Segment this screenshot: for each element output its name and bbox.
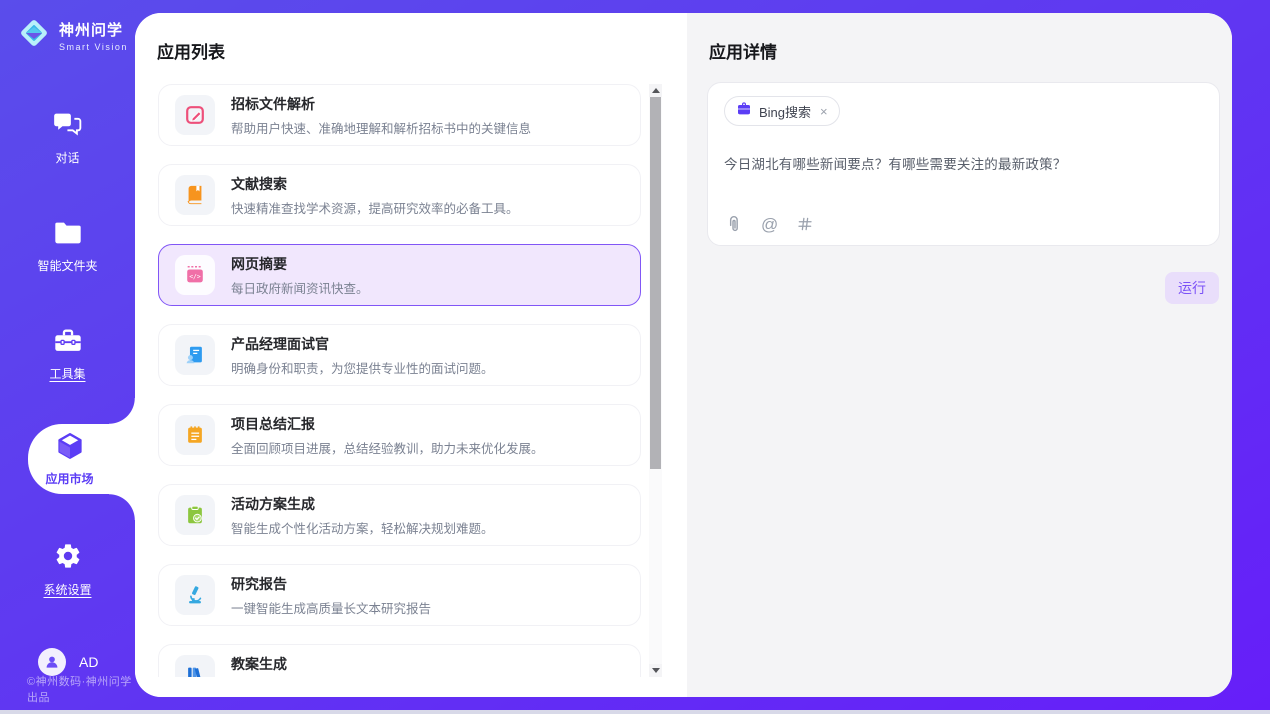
app-name: 文献搜索	[231, 174, 519, 194]
compose-icon	[175, 95, 215, 135]
diamond-logo-icon	[16, 15, 52, 56]
scrollbar-thumb[interactable]	[650, 97, 661, 469]
sidebar-item-chat[interactable]: 对话	[0, 110, 135, 166]
app-list-title: 应用列表	[157, 38, 687, 63]
app-desc: 智能生成个性化活动方案，轻松解决规划难题。	[231, 518, 494, 537]
app-list: 招标文件解析 帮助用户快速、准确地理解和解析招标书中的关键信息 文献搜索 快速精…	[158, 84, 641, 677]
sidebar-item-app-market[interactable]: 应用市场	[28, 424, 135, 494]
app-name: 网页摘要	[231, 254, 369, 274]
svg-text:</>: </>	[189, 272, 201, 280]
toolbox-icon	[53, 327, 83, 359]
folder-icon	[53, 220, 83, 251]
list-item-literature-search[interactable]: 文献搜索 快速精准查找学术资源，提高研究效率的必备工具。	[158, 164, 641, 226]
sidebar-item-label: 系统设置	[43, 581, 91, 598]
list-item-event-plan[interactable]: 活动方案生成 智能生成个性化活动方案，轻松解决规划难题。	[158, 484, 641, 546]
app-desc: 一键智能生成高质量长文本研究报告	[231, 598, 431, 617]
sidebar-item-settings[interactable]: 系统设置	[0, 542, 135, 598]
scroll-down-arrow-icon[interactable]	[649, 664, 662, 677]
sidebar-item-label: 工具集	[49, 365, 85, 382]
app-desc: 快速精准查找学术资源，提高研究效率的必备工具。	[231, 198, 519, 217]
chat-icon	[53, 110, 83, 143]
clipboard-check-icon	[175, 495, 215, 535]
scroll-up-arrow-icon[interactable]	[649, 84, 662, 97]
notepad-icon	[175, 415, 215, 455]
app-name: 活动方案生成	[231, 494, 494, 514]
app-name: 产品经理面试官	[231, 334, 494, 354]
app-detail-title: 应用详情	[709, 38, 1232, 63]
attachment-icon[interactable]	[725, 214, 743, 234]
sidebar-item-smart-folder[interactable]: 智能文件夹	[0, 220, 135, 274]
app-desc: 帮助用户快速、准确地理解和解析招标书中的关键信息	[231, 118, 531, 137]
briefcase-icon	[736, 101, 752, 122]
app-desc: 全面回顾项目进展，总结经验教训，助力未来优化发展。	[231, 438, 544, 457]
query-text[interactable]: 今日湖北有哪些新闻要点？有哪些需要关注的最新政策？	[724, 153, 1203, 173]
app-desc: 每日政府新闻资讯快查。	[231, 278, 369, 297]
app-name: 教案生成	[231, 654, 481, 674]
list-item-pm-interviewer[interactable]: 产品经理面试官 明确身份和职责，为您提供专业性的面试问题。	[158, 324, 641, 386]
tool-tag-bing-search[interactable]: Bing搜索 ×	[724, 96, 840, 126]
scrollbar[interactable]	[649, 84, 662, 677]
sidebar: 神州问学 Smart Vision 对话 智能文件夹	[0, 0, 135, 714]
mention-icon[interactable]: @	[761, 216, 778, 233]
tool-tag-label: Bing搜索	[759, 102, 811, 121]
webpage-code-icon: </>	[175, 255, 215, 295]
app-detail-panel: 应用详情 Bing搜索 × 今日湖北有哪些新闻要点？有哪些需要关注的最新政策？	[687, 13, 1232, 697]
cube-icon	[55, 431, 85, 466]
brand-logo: 神州问学 Smart Vision	[16, 15, 128, 56]
avatar	[38, 648, 66, 676]
list-item-lesson-plan[interactable]: 教案生成 模板驱动，教案秒成，教学准备从此轻松快捷	[158, 644, 641, 677]
book-icon	[175, 175, 215, 215]
books-icon	[175, 655, 215, 677]
list-item-research-report[interactable]: 研究报告 一键智能生成高质量长文本研究报告	[158, 564, 641, 626]
list-item-bid-analysis[interactable]: 招标文件解析 帮助用户快速、准确地理解和解析招标书中的关键信息	[158, 84, 641, 146]
microscope-icon	[175, 575, 215, 615]
list-item-webpage-summary[interactable]: </> 网页摘要 每日政府新闻资讯快查。	[158, 244, 641, 306]
sidebar-item-label: 对话	[55, 149, 79, 166]
app-list-panel: 应用列表 招标文件解析 帮助用户快速、准确地理解和解析招标书中的关键信息	[135, 13, 687, 697]
app-name: 招标文件解析	[231, 94, 531, 114]
app-desc: 明确身份和职责，为您提供专业性的面试问题。	[231, 358, 494, 377]
copyright-text: ©神州数码·神州问学出品	[27, 673, 135, 705]
list-item-project-summary[interactable]: 项目总结汇报 全面回顾项目进展，总结经验教训，助力未来优化发展。	[158, 404, 641, 466]
app-name: 项目总结汇报	[231, 414, 544, 434]
sidebar-item-label: 应用市场	[45, 470, 93, 487]
bottom-edge-divider	[0, 710, 1270, 714]
brand-subtitle: Smart Vision	[59, 42, 128, 52]
app-name: 研究报告	[231, 574, 431, 594]
tool-tag-close-icon[interactable]: ×	[820, 104, 828, 119]
main-content: 应用列表 招标文件解析 帮助用户快速、准确地理解和解析招标书中的关键信息	[135, 13, 1232, 697]
gear-icon	[54, 542, 82, 575]
hash-icon[interactable]	[796, 215, 814, 233]
user-initials: AD	[79, 654, 98, 670]
sidebar-item-label: 智能文件夹	[37, 257, 97, 274]
composer-toolbar: @	[725, 214, 814, 234]
sidebar-item-toolset[interactable]: 工具集	[0, 327, 135, 382]
brand-name: 神州问学	[59, 19, 128, 40]
run-button[interactable]: 运行	[1165, 272, 1219, 304]
prompt-composer[interactable]: Bing搜索 × 今日湖北有哪些新闻要点？有哪些需要关注的最新政策？ @	[707, 82, 1220, 246]
resume-icon	[175, 335, 215, 375]
user-account[interactable]: AD	[38, 648, 98, 676]
